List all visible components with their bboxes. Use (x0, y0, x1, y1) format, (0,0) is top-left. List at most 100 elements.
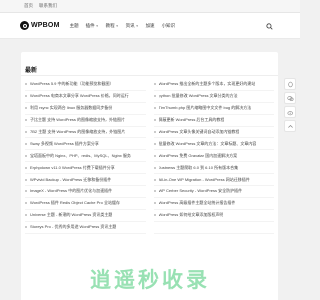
post-list-item[interactable]: Justnews 主题爬取 6.0 到 6.10 所有版本合集 (153, 162, 274, 175)
post-title-link[interactable]: WPvivid Backup - WordPress 迁移和备份插件 (30, 177, 111, 183)
topbar-link-contact[interactable]: 联系我们 (39, 3, 57, 9)
post-title-link[interactable]: Sway 多视频 WordPress 插件方案分享 (30, 141, 99, 147)
post-title-link[interactable]: Justnews 主题爬取 6.0 到 6.10 所有版本合集 (159, 165, 239, 171)
post-list-item[interactable]: 7B2 主题 支持 WordPress 的图像缩放支持，外链图片 (25, 127, 146, 139)
weibo-icon[interactable] (284, 106, 296, 118)
bullet-icon (25, 166, 27, 169)
chevron-down-icon: ▼ (135, 23, 139, 28)
post-title-link[interactable]: WordPress 高级插件主题全站统计报告插件 (159, 200, 236, 206)
post-list-item[interactable] (153, 222, 274, 234)
post-list-item[interactable]: Universe 主题 - 新潮的 WordPress 资讯类主题 (25, 210, 146, 222)
post-list-item[interactable]: Storeys Pro - 优秀的多用途 WordPress 资讯主题 (25, 222, 146, 234)
search-icon[interactable] (264, 21, 274, 31)
post-title-link[interactable]: WordPress 如何给文章添加版权声明 (159, 212, 224, 218)
post-title-link[interactable]: WordPress 电商本文章分享 WordPress 价格，同时运行 (30, 93, 129, 99)
post-list-item[interactable]: TimThumb.php 图片缩略图中文文件 bug 的解决方法 (153, 103, 274, 115)
post-list-item[interactable]: 批量修改 WordPress 文章的方法：文章标题、文章内容 (153, 138, 274, 151)
post-title-link[interactable]: WordPress 5.9 中的新功能（功能预览和截图） (30, 81, 114, 87)
post-list-item[interactable]: WordPress 5.9 中的新功能（功能预览和截图） (25, 79, 146, 91)
nav-item-plugins[interactable]: 插件 ▼ (86, 23, 99, 29)
wechat-icon[interactable] (284, 92, 296, 104)
post-list-item[interactable]: All-in-One WP Migration - WordPress 网站迁移… (153, 174, 274, 187)
bullet-icon (153, 107, 156, 110)
post-list-item[interactable]: 子比主题 支持 WordPress 的图像缩放支持，外链图片 (25, 115, 146, 127)
bullet-icon (25, 202, 27, 205)
post-title-link[interactable]: WordPress 免费 Gravatar 国内加速解决方案 (159, 153, 238, 159)
nav-label: 加速 (145, 22, 155, 28)
bullet-icon (153, 154, 156, 157)
nav-label: 小知识 (161, 22, 176, 28)
bullet-icon (25, 226, 27, 229)
bullet-icon (25, 95, 27, 98)
post-list-right: WordPress 推出全新的主题多个版本，实现更好的建站 python 批量修改… (150, 79, 279, 234)
post-list-item[interactable]: 利用 rsync 实现两台 linux 服务器数据同步备份 (25, 103, 146, 115)
qq-icon[interactable] (284, 78, 296, 90)
nav-item-tips[interactable]: 小知识 (162, 23, 176, 29)
post-list-item[interactable]: Sway 多视频 WordPress 插件方案分享 (25, 138, 146, 151)
post-title-link[interactable]: WP Cerber Security - WordPress 安全防护插件 (159, 188, 243, 194)
post-title-link[interactable]: WordPress 推出全新的主题多个版本，实现更好的建站 (159, 81, 256, 87)
bullet-icon (25, 83, 27, 86)
chevron-down-icon: ▼ (95, 23, 99, 28)
post-title-link[interactable]: Erphpdown v11.0 WordPress 付费下载插件分享 (30, 165, 115, 171)
divider (21, 75, 278, 76)
post-title-link[interactable]: python 批量修改 WordPress 文章分类的方法 (159, 93, 238, 99)
post-list-item[interactable]: WordPress 电商本文章分享 WordPress 价格，同时运行 (25, 91, 146, 103)
post-title-link[interactable]: WordPress 文章头像关键词自动添加内链教程 (159, 129, 240, 135)
bullet-icon (153, 166, 156, 169)
post-list-left: WordPress 5.9 中的新功能（功能预览和截图） WordPress 电商… (21, 79, 150, 234)
post-title-link[interactable]: 屏蔽更新 WordPress 后台工具的教程 (159, 117, 225, 123)
bullet-icon (153, 190, 156, 193)
post-title-link[interactable]: TimThumb.php 图片缩略图中文文件 bug 的解决方法 (159, 105, 252, 111)
bullet-icon (153, 83, 156, 86)
nav-label: 主题 (69, 22, 79, 28)
bullet-icon (25, 214, 27, 217)
post-list-item[interactable]: python 批量修改 WordPress 文章分类的方法 (153, 91, 274, 103)
post-list-item[interactable]: WPvivid Backup - WordPress 迁移和备份插件 (25, 174, 146, 187)
post-list-item[interactable]: Erphpdown v11.0 WordPress 付费下载插件分享 (25, 162, 146, 175)
post-title-link[interactable]: Storeys Pro - 优秀的多用途 WordPress 资讯主题 (30, 224, 116, 230)
nav-item-speed[interactable]: 加速 (146, 23, 155, 29)
bullet-icon (25, 142, 27, 145)
post-list-item[interactable]: WordPress 推出全新的主题多个版本，实现更好的建站 (153, 79, 274, 91)
post-list-item[interactable]: WP Cerber Security - WordPress 安全防护插件 (153, 186, 274, 198)
bullet-icon (153, 95, 156, 98)
latest-posts-card: 最新 WordPress 5.9 中的新功能（功能预览和截图） WordPress… (21, 52, 278, 300)
post-title-link[interactable]: Universe 主题 - 新潮的 WordPress 资讯类主题 (30, 212, 112, 218)
post-title-link[interactable]: 7B2 主题 支持 WordPress 的图像缩放支持，外链图片 (30, 129, 125, 135)
nav-label: 资讯 (125, 22, 135, 28)
post-title-link[interactable]: ImageX - WordPress 中的图片优化与加速插件 (30, 188, 112, 194)
post-list-item[interactable]: WordPress 插件 Redis Object Cache Pro 全站缓存 (25, 198, 146, 210)
logo-mark-icon (20, 21, 29, 30)
post-list-item[interactable]: WordPress 文章头像关键词自动添加内链教程 (153, 127, 274, 139)
top-bar: 首页 联系我们 (0, 0, 300, 13)
nav-label: 插件 (85, 22, 95, 28)
post-list-item[interactable]: 宝塔面板中的 Nginx、PHP、redis、MySQL、Nginx 服务 (25, 150, 146, 163)
post-list-item[interactable]: WordPress 高级插件主题全站统计报告插件 (153, 198, 274, 210)
bullet-icon (25, 190, 27, 193)
bullet-icon (153, 119, 156, 122)
post-list-item[interactable]: ImageX - WordPress 中的图片优化与加速插件 (25, 186, 146, 198)
main-nav: 主题 插件 ▼ 教程 ▼ 资讯 ▼ 加速 小知识 (70, 23, 175, 29)
nav-item-themes[interactable]: 主题 (70, 23, 79, 29)
bullet-icon (153, 178, 156, 181)
bullet-icon (153, 214, 156, 217)
nav-item-news[interactable]: 资讯 ▼ (126, 23, 139, 29)
nav-label: 教程 (105, 22, 115, 28)
post-list-item[interactable]: WordPress 免费 Gravatar 国内加速解决方案 (153, 150, 274, 163)
post-list-item[interactable]: WordPress 如何给文章添加版权声明 (153, 210, 274, 222)
bullet-icon (153, 142, 156, 145)
post-title-link[interactable]: 宝塔面板中的 Nginx、PHP、redis、MySQL、Nginx 服务 (30, 153, 131, 159)
post-list-item[interactable]: 屏蔽更新 WordPress 后台工具的教程 (153, 115, 274, 127)
post-title-link[interactable]: 批量修改 WordPress 文章的方法：文章标题、文章内容 (159, 141, 257, 147)
site-logo[interactable]: WPBOM (20, 21, 60, 30)
nav-item-tutorials[interactable]: 教程 ▼ (106, 23, 119, 29)
post-title-link[interactable]: WordPress 插件 Redis Object Cache Pro 全站缓存 (30, 200, 120, 206)
bullet-icon (25, 131, 27, 133)
post-title-link[interactable]: 利用 rsync 实现两台 linux 服务器数据同步备份 (30, 105, 112, 111)
back-to-top-icon[interactable] (284, 120, 296, 132)
post-title-link[interactable]: All-in-One WP Migration - WordPress 网站迁移… (159, 177, 250, 183)
post-title-link[interactable]: 子比主题 支持 WordPress 的图像缩放支持，外链图片 (30, 117, 125, 123)
topbar-link-home[interactable]: 首页 (24, 3, 33, 9)
bullet-icon (25, 107, 27, 110)
